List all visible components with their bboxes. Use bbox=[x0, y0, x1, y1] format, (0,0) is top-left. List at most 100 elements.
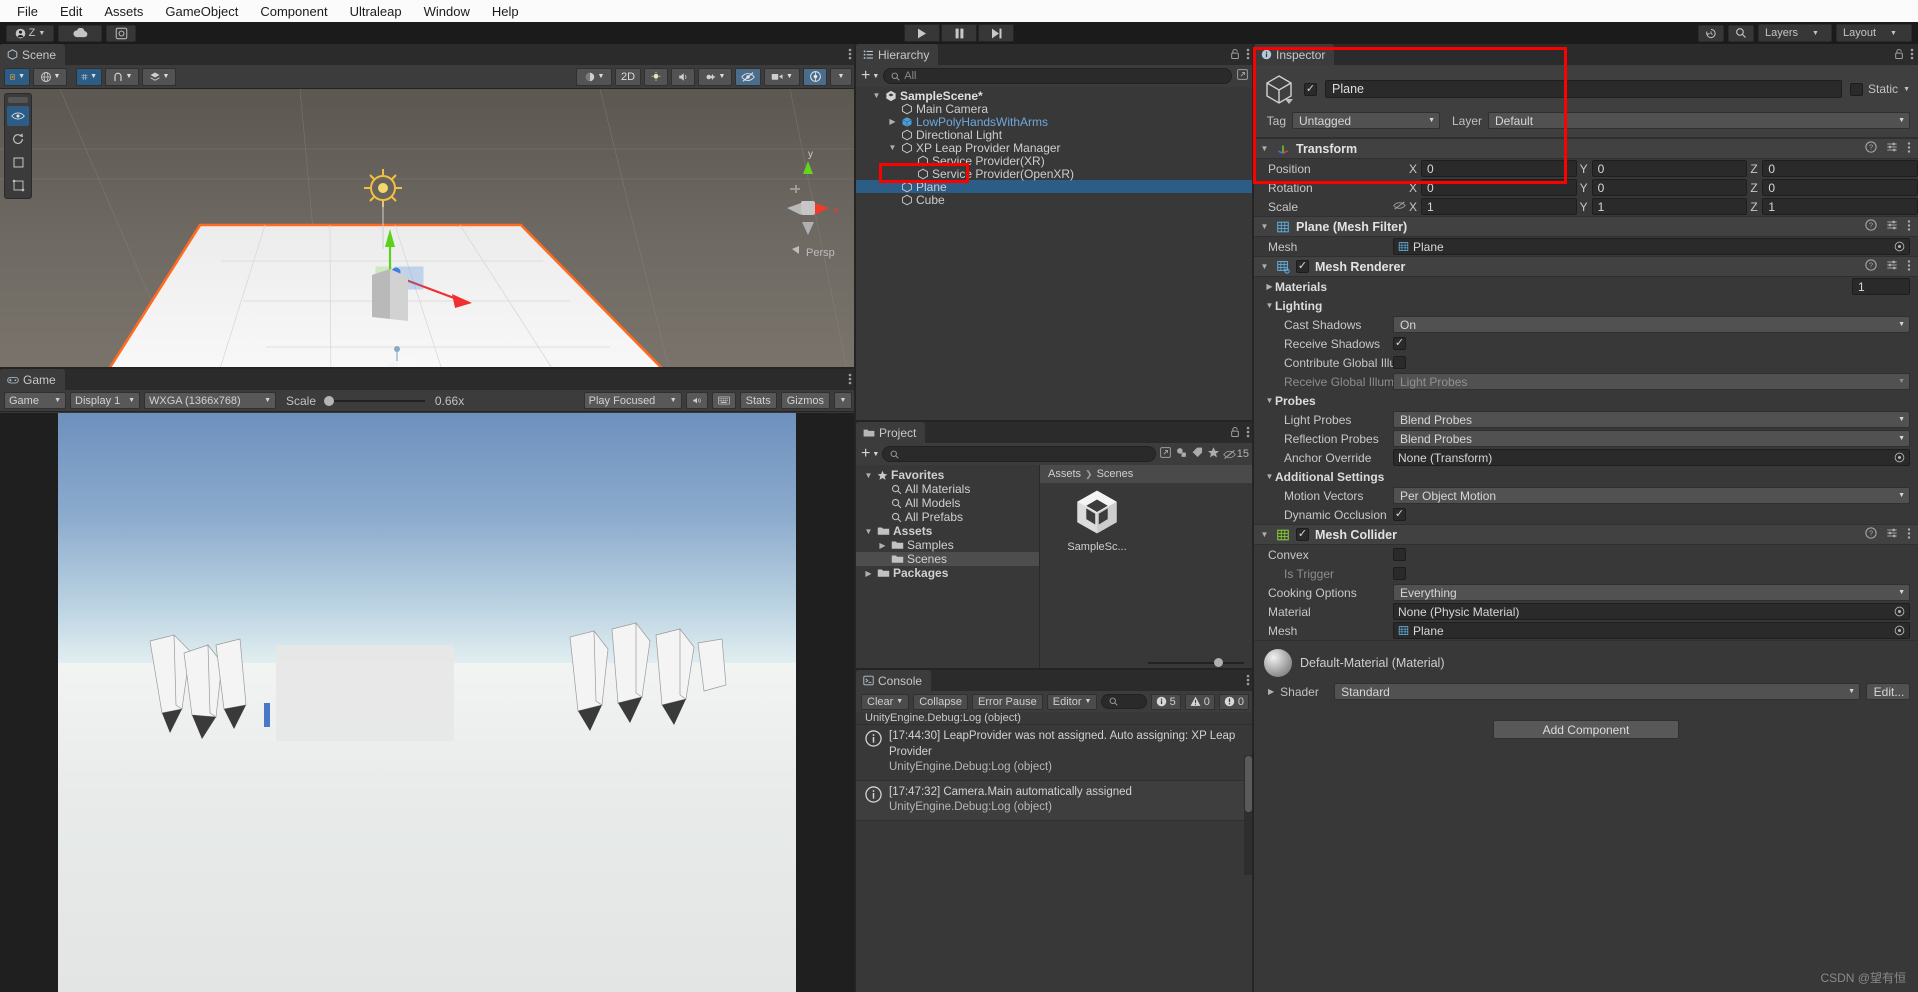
chevron-down-icon[interactable]: ▼ bbox=[863, 471, 874, 480]
project-tree[interactable]: ▼ Favorites All Materials All Models All Pre… bbox=[856, 465, 1040, 669]
hierarchy-item-service-provider-xr[interactable]: Service Provider(XR) bbox=[856, 154, 1254, 168]
2d-toggle-button[interactable]: 2D bbox=[615, 67, 641, 86]
more-menu-icon[interactable] bbox=[1246, 47, 1250, 64]
tab-hierarchy[interactable]: Hierarchy bbox=[856, 44, 939, 65]
more-menu-icon[interactable] bbox=[1246, 673, 1250, 690]
cloud-button[interactable] bbox=[58, 24, 102, 42]
project-assets-pane[interactable]: Assets ❯ Scenes SampleSc... bbox=[1040, 465, 1254, 669]
tab-scene[interactable]: Scene bbox=[0, 44, 66, 65]
divider-hierarchy-inspector[interactable] bbox=[1252, 44, 1254, 992]
asset-zoom-knob[interactable] bbox=[1214, 658, 1223, 667]
expand-panel-icon[interactable] bbox=[1159, 446, 1172, 462]
hierarchy-item-xp-leap-provider-manager[interactable]: ▼ XP Leap Provider Manager bbox=[856, 141, 1254, 155]
divider-scene-hierarchy[interactable] bbox=[854, 44, 856, 992]
project-tree-item-assets[interactable]: ▼ Assets bbox=[856, 524, 1039, 538]
console-messages[interactable]: [17:44:30] LeapProvider was not assigned… bbox=[856, 725, 1254, 821]
shading-mode-button[interactable]: ▼ bbox=[576, 67, 612, 86]
checkbox-convex[interactable]: ✓ bbox=[1393, 548, 1406, 561]
filter-type-icon[interactable] bbox=[1175, 446, 1188, 462]
services-button[interactable] bbox=[106, 24, 136, 42]
layers-visibility-button[interactable]: ▼ bbox=[142, 67, 176, 86]
dropdown-receive-global-illumi[interactable]: Light Probes ▼ bbox=[1393, 373, 1910, 390]
lock-icon[interactable] bbox=[1894, 48, 1904, 63]
chevron-right-icon[interactable]: ▶ bbox=[887, 117, 898, 126]
component-header-transform[interactable]: ▼ Transform ? bbox=[1254, 138, 1918, 159]
checkbox-receive-shadows[interactable]: ✓ bbox=[1393, 337, 1406, 350]
chevron-down-icon[interactable]: ▼ bbox=[863, 527, 874, 536]
pause-button[interactable] bbox=[941, 24, 977, 42]
chevron-down-icon[interactable]: ▼ bbox=[1264, 396, 1275, 405]
lock-icon[interactable] bbox=[1230, 426, 1240, 441]
gizmos-dropdown-button[interactable]: ▼ bbox=[830, 67, 852, 86]
resolution-dropdown[interactable]: WXGA (1366x768) ▼ bbox=[144, 392, 276, 409]
object-field-material[interactable]: None (Physic Material) bbox=[1393, 603, 1910, 620]
grid-visibility-button[interactable]: ▼ bbox=[76, 67, 102, 86]
checkbox-contribute-global-illu[interactable]: ✓ bbox=[1393, 356, 1406, 369]
add-gameobject-button[interactable]: + ▼ bbox=[861, 68, 879, 84]
dropdown-motion-vectors[interactable]: Per Object Motion ▼ bbox=[1393, 487, 1910, 504]
field-position-z[interactable]: 0 bbox=[1762, 160, 1918, 177]
info-count-badge[interactable]: 5 bbox=[1150, 693, 1181, 710]
component-enabled-checkbox[interactable]: ✓ bbox=[1296, 528, 1309, 541]
hierarchy-item-lowpolyhandswitharms[interactable]: ▶ LowPolyHandsWithArms bbox=[856, 115, 1254, 129]
shader-edit-button[interactable]: Edit... bbox=[1866, 683, 1910, 700]
clear-button[interactable]: Clear ▼ bbox=[861, 693, 910, 710]
foldout-lighting[interactable]: ▼ Lighting bbox=[1254, 296, 1918, 315]
chevron-right-icon[interactable]: ▶ bbox=[1268, 687, 1274, 696]
field-rotation-x[interactable]: 0 bbox=[1421, 179, 1577, 196]
foldout-additional-settings[interactable]: ▼ Additional Settings bbox=[1254, 467, 1918, 486]
game-viewport[interactable] bbox=[0, 413, 856, 992]
editor-dropdown[interactable]: Editor ▼ bbox=[1046, 693, 1098, 710]
overlay-rect-button[interactable] bbox=[7, 152, 29, 172]
menu-item-window[interactable]: Window bbox=[413, 2, 481, 21]
dropdown-cooking-options[interactable]: Everything ▼ bbox=[1393, 584, 1910, 601]
scale-slider-knob[interactable] bbox=[324, 395, 335, 406]
project-tree-item-scenes[interactable]: Scenes bbox=[856, 552, 1039, 566]
more-menu-icon[interactable] bbox=[1910, 47, 1914, 64]
scene-camera-button[interactable]: ▼ bbox=[764, 67, 800, 86]
menu-item-assets[interactable]: Assets bbox=[93, 2, 154, 21]
more-menu-icon[interactable] bbox=[848, 372, 852, 389]
tag-dropdown[interactable]: Untagged ▼ bbox=[1292, 112, 1440, 129]
field-rotation-z[interactable]: 0 bbox=[1762, 179, 1918, 196]
component-header-plane-mesh-filter[interactable]: ▼ Plane (Mesh Filter) ? bbox=[1254, 216, 1918, 237]
menu-item-gameobject[interactable]: GameObject bbox=[154, 2, 249, 21]
filter-label-icon[interactable] bbox=[1191, 446, 1204, 462]
breadcrumb-assets[interactable]: Assets bbox=[1048, 468, 1081, 480]
search-button[interactable] bbox=[1728, 24, 1754, 42]
scene-lighting-button[interactable] bbox=[644, 67, 668, 86]
stats-button[interactable]: Stats bbox=[739, 392, 777, 409]
chevron-down-icon[interactable]: ▼ bbox=[887, 143, 898, 152]
preset-icon[interactable] bbox=[1886, 219, 1898, 234]
dropdown-light-probes[interactable]: Blend Probes ▼ bbox=[1393, 411, 1910, 428]
chevron-right-icon[interactable]: ▶ bbox=[877, 541, 888, 550]
menu-item-help[interactable]: Help bbox=[481, 2, 530, 21]
scene-viewport[interactable]: y x Persp bbox=[0, 89, 856, 414]
console-message[interactable]: [17:47:32] Camera.Main automatically ass… bbox=[856, 780, 1254, 821]
play-focused-dropdown[interactable]: Play Focused ▼ bbox=[583, 392, 682, 409]
project-tree-item-samples[interactable]: ▶ Samples bbox=[856, 538, 1039, 552]
scene-audio-button[interactable] bbox=[671, 67, 695, 86]
dropdown-cast-shadows[interactable]: On ▼ bbox=[1393, 316, 1910, 333]
divider-project-console[interactable] bbox=[856, 668, 1254, 670]
mute-audio-button[interactable] bbox=[685, 392, 708, 409]
collapse-toggle[interactable]: Collapse bbox=[913, 693, 969, 710]
checkbox-dynamic-occlusion[interactable]: ✓ bbox=[1393, 508, 1406, 521]
undo-history-button[interactable] bbox=[1698, 24, 1724, 42]
more-menu-icon[interactable] bbox=[1907, 141, 1911, 157]
chevron-down-icon[interactable]: ▼ bbox=[1259, 530, 1270, 539]
account-button[interactable]: Z ▼ bbox=[6, 24, 54, 42]
layout-dropdown[interactable]: Layout ▼ bbox=[1836, 24, 1912, 42]
component-enabled-checkbox[interactable]: ✓ bbox=[1296, 260, 1309, 273]
tab-inspector[interactable]: Inspector bbox=[1254, 44, 1335, 65]
hierarchy-item-main-camera[interactable]: Main Camera bbox=[856, 102, 1254, 116]
step-button[interactable] bbox=[978, 24, 1014, 42]
frame-debugger-button[interactable] bbox=[711, 392, 736, 409]
menu-item-file[interactable]: File bbox=[6, 2, 49, 21]
object-picker-icon[interactable] bbox=[1894, 452, 1905, 463]
object-field-mesh[interactable]: Plane bbox=[1393, 238, 1910, 255]
menu-item-edit[interactable]: Edit bbox=[49, 2, 93, 21]
display-dropdown[interactable]: Display 1 ▼ bbox=[70, 392, 140, 409]
add-component-button[interactable]: Add Component bbox=[1493, 720, 1679, 739]
tab-project[interactable]: Project bbox=[856, 422, 926, 443]
